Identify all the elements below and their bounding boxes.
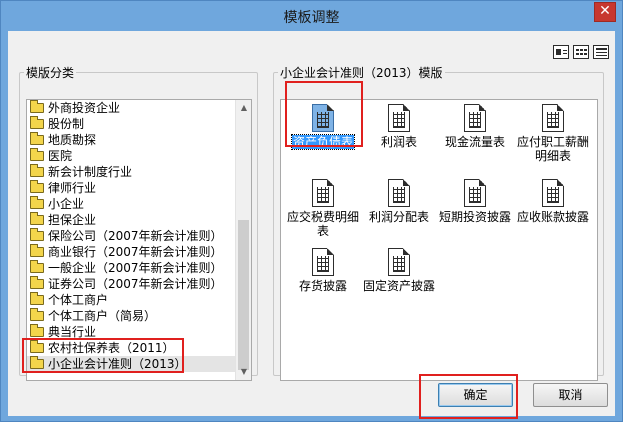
category-list-item[interactable]: 一般企业（2007年新会计准则） xyxy=(27,260,235,276)
spreadsheet-document-icon xyxy=(312,248,334,276)
template-item[interactable]: 利润分配表 xyxy=(359,179,439,224)
category-list-item[interactable]: 股份制 xyxy=(27,116,235,132)
category-label: 律师行业 xyxy=(48,181,97,195)
category-label: 保险公司（2007年新会计准则） xyxy=(48,229,223,243)
spreadsheet-document-icon xyxy=(388,248,410,276)
category-label: 个体工商户 xyxy=(48,293,109,307)
spreadsheet-document-icon xyxy=(464,179,486,207)
category-list-item[interactable]: 保险公司（2007年新会计准则） xyxy=(27,228,235,244)
template-label: 短期投资披露 xyxy=(438,210,511,224)
template-item[interactable]: 应收账款披露 xyxy=(513,179,593,224)
template-label: 固定资产披露 xyxy=(362,279,435,293)
scroll-up-icon[interactable]: ▲ xyxy=(236,100,252,116)
spreadsheet-document-icon xyxy=(464,104,486,132)
spreadsheet-document-icon xyxy=(312,179,334,207)
large-icons-view-icon[interactable] xyxy=(553,45,569,59)
dialog-window: 模板调整 ✕ 模版分类 外商投资企业 股份制 地质勘探 医院 新会计制度行业 律… xyxy=(0,0,623,422)
folder-icon xyxy=(30,244,44,257)
folder-icon xyxy=(30,196,44,209)
category-label: 担保企业 xyxy=(48,213,97,227)
template-item[interactable]: 应付职工薪酬明细表 xyxy=(513,104,593,163)
category-list-item[interactable]: 新会计制度行业 xyxy=(27,164,235,180)
folder-icon xyxy=(30,324,44,337)
template-category-group: 模版分类 外商投资企业 股份制地质勘探医院新会计制度行业 律师行业小企业担保企业保险… xyxy=(19,64,258,381)
category-list-item[interactable]: 外商投资企业 xyxy=(27,100,235,116)
category-list-item[interactable]: 小企业 xyxy=(27,196,235,212)
window-title: 模板调整 xyxy=(283,10,340,26)
category-label: 外商投资企业 xyxy=(48,101,121,115)
category-label: 新会计制度行业 xyxy=(48,165,133,179)
spreadsheet-document-icon xyxy=(388,104,410,132)
template-item[interactable]: 应交税费明细表 xyxy=(283,179,363,238)
close-button[interactable]: ✕ xyxy=(594,2,616,22)
template-item[interactable]: 固定资产披露 xyxy=(359,248,439,293)
folder-icon xyxy=(30,100,44,113)
category-label: 商业银行（2007年新会计准则） xyxy=(48,245,223,259)
category-label: 股份制 xyxy=(48,117,85,131)
folder-icon xyxy=(30,228,44,241)
folder-icon xyxy=(30,212,44,225)
list-view-icon[interactable] xyxy=(573,45,589,59)
category-list-item[interactable]: 担保企业 xyxy=(27,212,235,228)
scroll-thumb[interactable] xyxy=(238,220,249,370)
title-bar[interactable]: 模板调整 ✕ xyxy=(1,1,622,31)
category-label: 小企业 xyxy=(48,197,85,211)
spreadsheet-document-icon xyxy=(542,179,564,207)
folder-icon xyxy=(30,132,44,145)
folder-icon xyxy=(30,116,44,129)
highlight-box-template xyxy=(285,81,363,147)
category-list-item[interactable]: 医院 xyxy=(27,148,235,164)
folder-icon xyxy=(30,148,44,161)
template-label: 应收账款披露 xyxy=(516,210,589,224)
folder-icon xyxy=(30,260,44,273)
folder-icon xyxy=(30,180,44,193)
template-label: 应交税费明细表 xyxy=(286,210,359,238)
category-label: 地质勘探 xyxy=(48,133,97,147)
template-category-legend: 模版分类 xyxy=(26,66,75,80)
category-label: 医院 xyxy=(48,149,73,163)
folder-icon xyxy=(30,308,44,321)
template-item[interactable]: 短期投资披露 xyxy=(435,179,515,224)
template-label: 利润分配表 xyxy=(368,210,429,224)
category-list-item[interactable]: 证券公司（2007年新会计准则） xyxy=(27,276,235,292)
template-item[interactable]: 存货披露 xyxy=(283,248,363,293)
spreadsheet-document-icon xyxy=(542,104,564,132)
view-mode-toolbar xyxy=(553,45,609,59)
category-scrollbar[interactable]: ▲ ▼ xyxy=(235,100,251,380)
category-list-item[interactable]: 个体工商户 xyxy=(27,292,235,308)
highlight-box-ok xyxy=(419,374,518,419)
category-list-item[interactable]: 个体工商户（简易） xyxy=(27,308,235,324)
highlight-box-category xyxy=(22,338,184,373)
folder-icon xyxy=(30,276,44,289)
category-list-item[interactable]: 地质勘探 xyxy=(27,132,235,148)
scroll-down-icon[interactable]: ▼ xyxy=(236,364,252,380)
category-list-item[interactable]: 律师行业 xyxy=(27,180,235,196)
template-label: 存货披露 xyxy=(298,279,347,293)
category-label: 一般企业（2007年新会计准则） xyxy=(48,261,223,275)
category-label: 个体工商户（简易） xyxy=(48,309,157,323)
template-group-legend: 小企业会计准则（2013）模版 xyxy=(280,66,443,80)
folder-icon xyxy=(30,292,44,305)
folder-icon xyxy=(30,164,44,177)
template-label: 应付职工薪酬明细表 xyxy=(516,135,589,163)
spreadsheet-document-icon xyxy=(388,179,410,207)
cancel-button[interactable]: 取消 xyxy=(533,383,608,407)
details-view-icon[interactable] xyxy=(593,45,609,59)
category-label: 证券公司（2007年新会计准则） xyxy=(48,277,223,291)
template-item[interactable]: 现金流量表 xyxy=(435,104,515,149)
category-list-item[interactable]: 商业银行（2007年新会计准则） xyxy=(27,244,235,260)
template-label: 利润表 xyxy=(380,135,417,149)
template-label: 现金流量表 xyxy=(444,135,505,149)
template-item[interactable]: 利润表 xyxy=(359,104,439,149)
